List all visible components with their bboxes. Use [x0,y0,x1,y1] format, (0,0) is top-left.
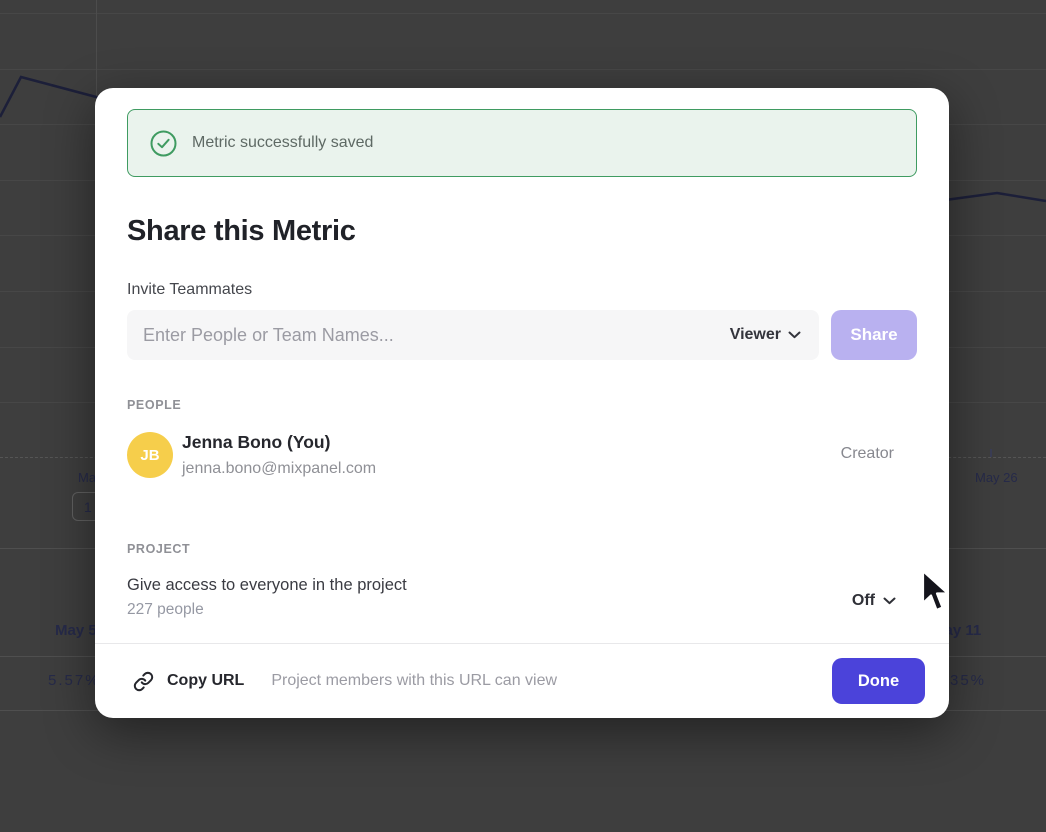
share-button[interactable]: Share [831,310,917,360]
table-date-cell: May 5 [55,622,97,639]
project-access-dropdown-value: Off [852,592,875,610]
axis-date-label: May 26 [975,470,1018,485]
success-toast: Metric successfully saved [127,109,917,177]
invite-row: Viewer Share [127,310,917,360]
copy-url-button[interactable]: Copy URL [133,671,244,692]
check-circle-icon [150,130,177,157]
modal-title: Share this Metric [127,215,356,248]
people-section-label: PEOPLE [127,398,181,412]
project-access-title: Give access to everyone in the project [127,576,917,595]
link-icon [133,671,154,692]
project-access-dropdown[interactable]: Off [852,592,896,610]
person-row: JB Jenna Bono (You) jenna.bono@mixpanel.… [127,432,917,480]
project-access-count: 227 people [127,601,917,619]
chevron-down-icon [788,331,801,339]
chart-mini-input-value: 1 [84,499,92,515]
role-dropdown-value: Viewer [730,326,781,344]
footer-helper-text: Project members with this URL can view [271,672,557,690]
toast-message: Metric successfully saved [192,134,373,152]
person-name: Jenna Bono (You) [182,432,330,453]
table-value-cell: 5.57% [48,672,101,689]
invite-input-wrap: Viewer [127,310,819,360]
modal-footer: Copy URL Project members with this URL c… [95,643,949,718]
role-dropdown[interactable]: Viewer [730,326,819,344]
person-email: jenna.bono@mixpanel.com [182,460,376,478]
invite-teammates-label: Invite Teammates [127,281,252,299]
invite-people-input[interactable] [127,310,730,360]
avatar: JB [127,432,173,478]
chevron-down-icon [883,597,896,605]
project-access-row: Give access to everyone in the project 2… [127,576,917,624]
done-button[interactable]: Done [832,658,925,704]
table-value-cell: 35% [950,672,986,689]
copy-url-label: Copy URL [167,672,244,690]
share-metric-modal: Metric successfully saved Share this Met… [95,88,949,718]
axis-tick [990,449,992,457]
mouse-cursor [920,569,952,620]
project-section-label: PROJECT [127,542,190,556]
person-role: Creator [841,445,894,463]
